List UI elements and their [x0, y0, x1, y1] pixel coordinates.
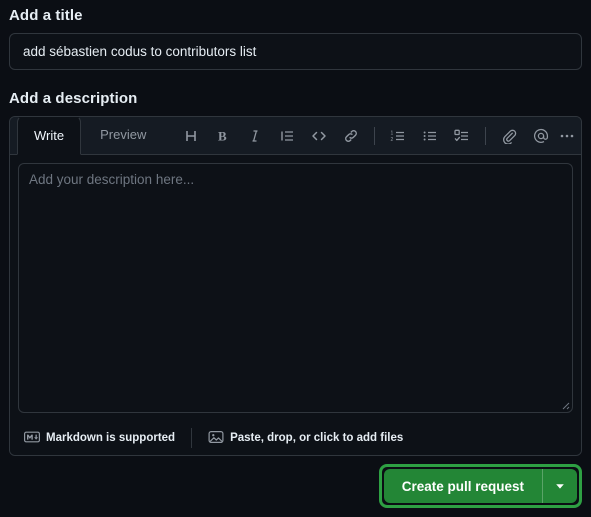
create-pull-request-label: Create pull request: [401, 478, 524, 494]
description-placeholder: Add your description here...: [29, 172, 195, 187]
tab-preview-label: Preview: [100, 127, 147, 142]
markdown-supported-link[interactable]: Markdown is supported: [20, 429, 179, 448]
markdown-icon: [24, 429, 41, 448]
create-pull-request-button-group[interactable]: Create pull request: [383, 469, 577, 503]
svg-text:1: 1: [391, 130, 394, 136]
markdown-supported-label: Markdown is supported: [46, 432, 176, 444]
description-textarea[interactable]: Add your description here...: [18, 163, 573, 413]
add-title-heading: Add a title: [9, 7, 83, 24]
quote-icon[interactable]: [274, 123, 300, 149]
description-textarea-wrapper: Add your description here...: [10, 155, 581, 421]
pr-title-field[interactable]: [9, 33, 582, 70]
action-highlight-ring: Create pull request: [378, 464, 582, 508]
code-icon[interactable]: [306, 123, 332, 149]
add-files-button[interactable]: Paste, drop, or click to add files: [204, 429, 407, 448]
tab-preview[interactable]: Preview: [83, 117, 163, 153]
italic-icon[interactable]: [242, 123, 268, 149]
more-options-icon[interactable]: [557, 123, 581, 149]
submit-row: Create pull request: [378, 464, 582, 508]
pr-title-input[interactable]: [21, 43, 570, 60]
toolbar-separator-1: [374, 126, 376, 145]
toolbar-separator-2: [485, 126, 487, 145]
chevron-down-icon: [556, 484, 564, 489]
footer-separator: [191, 428, 193, 448]
formatting-tools: B 1 2: [163, 117, 581, 154]
create-pull-request-button[interactable]: Create pull request: [384, 469, 542, 503]
link-icon[interactable]: [338, 123, 364, 149]
heading-icon[interactable]: [178, 123, 204, 149]
mention-icon[interactable]: [528, 123, 554, 149]
bold-icon[interactable]: B: [210, 123, 236, 149]
create-pull-request-form: Add a title Add a description Write Prev…: [0, 0, 591, 517]
resize-handle-icon[interactable]: [558, 398, 570, 410]
attach-files-icon[interactable]: [496, 123, 522, 149]
create-pull-request-dropdown[interactable]: [543, 469, 577, 503]
editor-toolbar: Write Preview B 1 2: [10, 117, 581, 155]
unordered-list-icon[interactable]: [417, 123, 443, 149]
markdown-editor: Write Preview B 1 2 Add your description…: [9, 116, 582, 456]
add-files-label: Paste, drop, or click to add files: [230, 432, 404, 444]
editor-tabs: Write Preview: [10, 117, 163, 155]
editor-footer: Markdown is supported Paste, drop, or cl…: [10, 421, 581, 455]
add-description-heading: Add a description: [9, 90, 138, 107]
ordered-list-icon[interactable]: 1 2: [385, 123, 411, 149]
svg-text:2: 2: [391, 137, 394, 143]
task-list-icon[interactable]: [449, 123, 475, 149]
svg-text:B: B: [218, 128, 227, 143]
image-icon: [208, 429, 224, 448]
tab-write-label: Write: [34, 128, 65, 143]
tab-write[interactable]: Write: [17, 117, 82, 155]
